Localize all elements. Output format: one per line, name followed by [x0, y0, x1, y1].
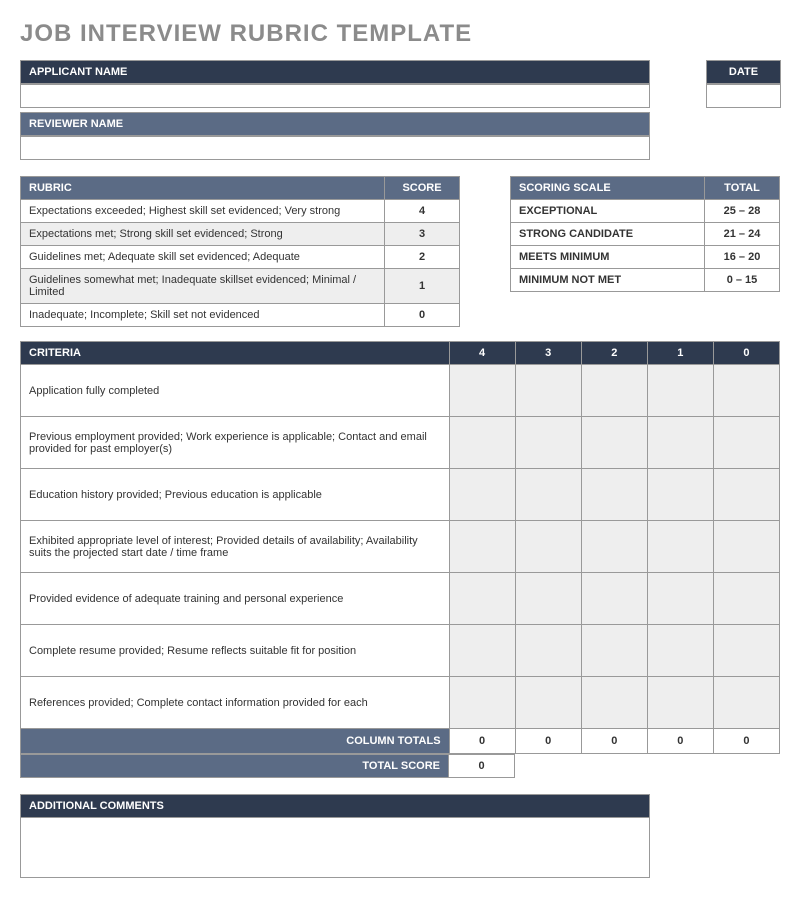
scoring-scale-header: SCORING SCALE: [511, 177, 705, 200]
column-total-value: 0: [713, 729, 779, 754]
score-cell[interactable]: [449, 625, 515, 677]
date-label: DATE: [706, 60, 781, 84]
score-cell[interactable]: [713, 417, 779, 469]
score-cell[interactable]: [515, 365, 581, 417]
score-cell[interactable]: [515, 677, 581, 729]
criteria-score-header: 1: [647, 342, 713, 365]
score-cell[interactable]: [515, 521, 581, 573]
score-cell[interactable]: [581, 521, 647, 573]
score-cell[interactable]: [581, 469, 647, 521]
score-cell[interactable]: [515, 573, 581, 625]
scale-row: EXCEPTIONAL25 – 28: [511, 200, 780, 223]
criteria-score-header: 2: [581, 342, 647, 365]
score-cell[interactable]: [449, 573, 515, 625]
criteria-row: Previous employment provided; Work exper…: [21, 417, 780, 469]
reviewer-name-label: REVIEWER NAME: [20, 112, 650, 136]
total-score-value: 0: [449, 755, 515, 778]
additional-comments-input[interactable]: [20, 818, 650, 878]
total-score-row: TOTAL SCORE 0: [20, 754, 515, 778]
score-header: SCORE: [385, 177, 460, 200]
rubric-table: RUBRIC SCORE Expectations exceeded; High…: [20, 176, 460, 327]
scale-row: MEETS MINIMUM16 – 20: [511, 246, 780, 269]
score-cell[interactable]: [647, 365, 713, 417]
column-total-value: 0: [515, 729, 581, 754]
score-cell[interactable]: [713, 573, 779, 625]
criteria-row: Complete resume provided; Resume reflect…: [21, 625, 780, 677]
score-cell[interactable]: [647, 573, 713, 625]
score-cell[interactable]: [449, 469, 515, 521]
score-cell[interactable]: [581, 365, 647, 417]
criteria-row: Education history provided; Previous edu…: [21, 469, 780, 521]
additional-comments-label: ADDITIONAL COMMENTS: [20, 794, 650, 818]
score-cell[interactable]: [515, 417, 581, 469]
score-cell[interactable]: [713, 677, 779, 729]
criteria-score-header: 3: [515, 342, 581, 365]
score-cell[interactable]: [449, 521, 515, 573]
criteria-row: Provided evidence of adequate training a…: [21, 573, 780, 625]
score-cell[interactable]: [581, 677, 647, 729]
column-total-value: 0: [581, 729, 647, 754]
score-cell[interactable]: [515, 469, 581, 521]
score-cell[interactable]: [581, 417, 647, 469]
scoring-scale-table: SCORING SCALE TOTAL EXCEPTIONAL25 – 28 S…: [510, 176, 780, 292]
score-cell[interactable]: [581, 625, 647, 677]
total-header: TOTAL: [705, 177, 780, 200]
score-cell[interactable]: [713, 625, 779, 677]
score-cell[interactable]: [449, 677, 515, 729]
score-cell[interactable]: [581, 573, 647, 625]
criteria-row: Exhibited appropriate level of interest;…: [21, 521, 780, 573]
rubric-row: Guidelines met; Adequate skill set evide…: [21, 246, 460, 269]
applicant-name-label: APPLICANT NAME: [20, 60, 650, 84]
criteria-header: CRITERIA: [21, 342, 450, 365]
score-cell[interactable]: [713, 365, 779, 417]
rubric-row: Expectations exceeded; Highest skill set…: [21, 200, 460, 223]
column-total-value: 0: [647, 729, 713, 754]
criteria-row: Application fully completed: [21, 365, 780, 417]
column-total-value: 0: [449, 729, 515, 754]
score-cell[interactable]: [713, 469, 779, 521]
rubric-row: Guidelines somewhat met; Inadequate skil…: [21, 269, 460, 304]
reviewer-name-input[interactable]: [20, 136, 650, 160]
score-cell[interactable]: [647, 625, 713, 677]
score-cell[interactable]: [647, 469, 713, 521]
column-totals-row: COLUMN TOTALS 0 0 0 0 0: [21, 729, 780, 754]
score-cell[interactable]: [647, 521, 713, 573]
score-cell[interactable]: [647, 677, 713, 729]
scale-row: STRONG CANDIDATE21 – 24: [511, 223, 780, 246]
score-cell[interactable]: [713, 521, 779, 573]
rubric-row: Expectations met; Strong skill set evide…: [21, 223, 460, 246]
criteria-table: CRITERIA 4 3 2 1 0 Application fully com…: [20, 341, 780, 754]
score-cell[interactable]: [647, 417, 713, 469]
score-cell[interactable]: [449, 417, 515, 469]
rubric-header: RUBRIC: [21, 177, 385, 200]
criteria-row: References provided; Complete contact in…: [21, 677, 780, 729]
rubric-row: Inadequate; Incomplete; Skill set not ev…: [21, 304, 460, 327]
criteria-score-header: 4: [449, 342, 515, 365]
page-title: JOB INTERVIEW RUBRIC TEMPLATE: [20, 20, 781, 48]
scale-row: MINIMUM NOT MET0 – 15: [511, 269, 780, 292]
score-cell[interactable]: [515, 625, 581, 677]
score-cell[interactable]: [449, 365, 515, 417]
applicant-name-input[interactable]: [20, 84, 650, 108]
date-input[interactable]: [706, 84, 781, 108]
criteria-score-header: 0: [713, 342, 779, 365]
